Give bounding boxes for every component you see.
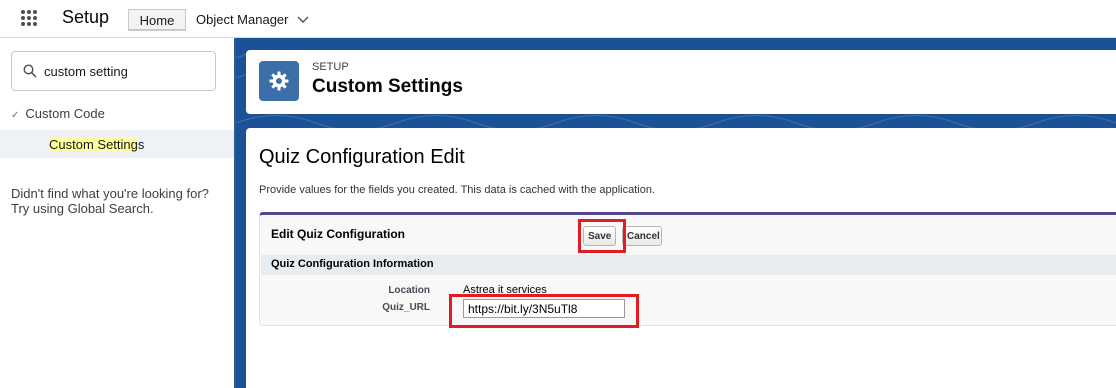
not-found-message: Didn't find what you're looking for? Try… bbox=[11, 186, 226, 216]
edit-form-block: Edit Quiz Configuration Save Cancel Quiz… bbox=[259, 212, 1116, 328]
search-icon bbox=[23, 64, 37, 78]
chevron-down-icon[interactable]: ✓ bbox=[11, 110, 19, 121]
quiz-url-label: Quiz_URL bbox=[382, 302, 430, 313]
section-title: Quiz Configuration Information bbox=[271, 258, 434, 270]
quiz-url-highlight-box bbox=[449, 294, 639, 328]
tab-object-manager[interactable]: Object Manager bbox=[196, 9, 309, 31]
search-match-highlight: Custom Setting bbox=[49, 137, 138, 152]
edit-page-title: Quiz Configuration Edit bbox=[259, 146, 465, 168]
tab-object-manager-label: Object Manager bbox=[196, 12, 289, 27]
page-title: Custom Settings bbox=[312, 76, 463, 97]
quick-find-input[interactable] bbox=[44, 61, 209, 81]
app-name: Setup bbox=[62, 7, 110, 27]
tree-item-custom-settings-label: Custom Settings bbox=[49, 137, 144, 152]
setup-sidebar: ✓ Custom Code Custom Settings Didn't find… bbox=[0, 38, 234, 388]
cancel-button[interactable]: Cancel bbox=[622, 226, 662, 246]
not-found-line-1: Didn't find what you're looking for? bbox=[11, 186, 209, 201]
gear-icon bbox=[269, 71, 289, 91]
breadcrumb[interactable]: SETUP bbox=[312, 61, 349, 73]
global-header: Setup Home Object Manager bbox=[0, 0, 1116, 38]
page-header: SETUP Custom Settings bbox=[246, 50, 1116, 114]
custom-settings-header-icon bbox=[259, 61, 299, 101]
edit-block-title: Edit Quiz Configuration bbox=[271, 227, 405, 241]
section-header: Quiz Configuration Information bbox=[261, 255, 1116, 275]
tree-item-label-suffix: s bbox=[137, 137, 145, 152]
chevron-down-icon[interactable] bbox=[297, 9, 309, 31]
content-card: Quiz Configuration Edit Provide values f… bbox=[246, 128, 1116, 388]
location-label: Location bbox=[388, 285, 430, 296]
tree-item-custom-code-label: Custom Code bbox=[25, 106, 105, 121]
tree-item-custom-code[interactable]: ✓ Custom Code bbox=[11, 106, 105, 121]
main-content: SETUP Custom Settings Quiz Configuration… bbox=[236, 38, 1116, 388]
save-highlight-box bbox=[578, 219, 626, 253]
app-launcher-icon[interactable] bbox=[21, 10, 37, 26]
tab-home[interactable]: Home bbox=[128, 9, 186, 31]
tree-item-custom-settings[interactable]: Custom Settings bbox=[0, 130, 234, 158]
page-description: Provide values for the fields you create… bbox=[259, 184, 656, 196]
quick-find-box bbox=[11, 51, 216, 91]
not-found-line-2: Try using Global Search. bbox=[11, 201, 154, 216]
